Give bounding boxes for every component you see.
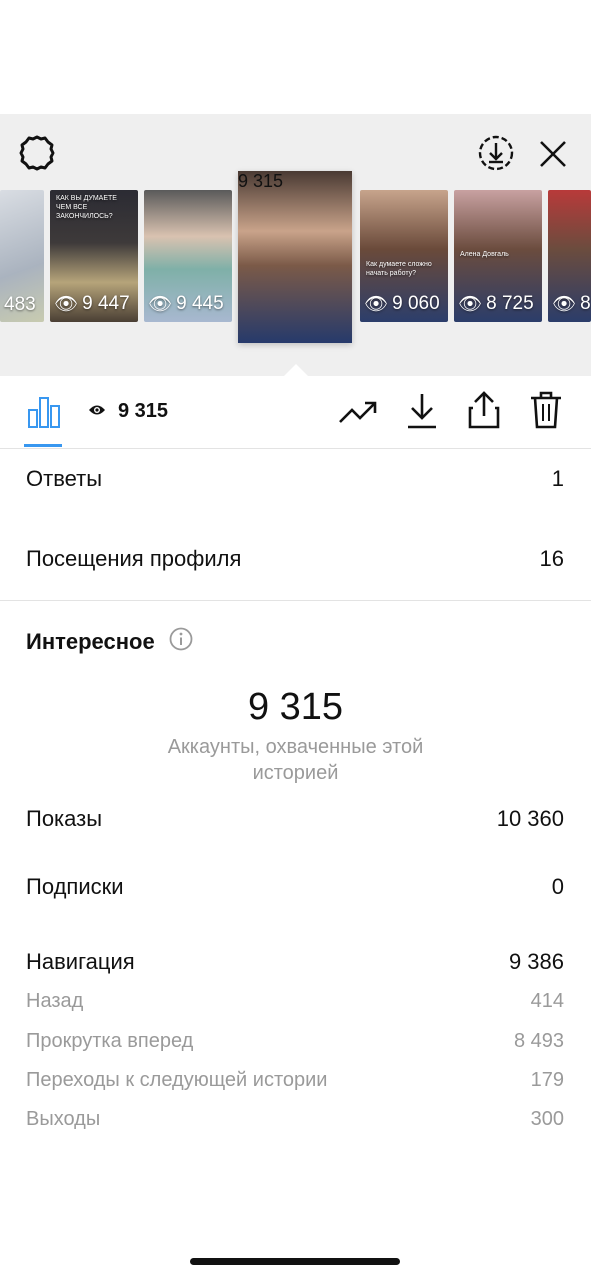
thumbnail-view-count: 👁 8 725	[458, 293, 534, 315]
bar-chart-icon[interactable]	[24, 392, 64, 432]
thumbnail-view-count: 483	[4, 294, 36, 315]
settings-gear-icon[interactable]	[16, 132, 58, 174]
nav-row-back: Назад 414	[26, 990, 564, 1012]
stat-row-impressions: Показы 10 360	[26, 806, 564, 831]
download-icon[interactable]	[402, 390, 442, 432]
story-thumbnail[interactable]: 👁 8	[548, 190, 591, 322]
thumbnail-view-count: 👁 9 447	[54, 293, 130, 315]
eye-icon: 👁	[148, 294, 173, 315]
share-icon[interactable]	[464, 388, 504, 432]
eye-icon: 👁	[54, 294, 79, 315]
story-toolbar: 9 315	[0, 376, 591, 449]
thumbnail-caption: Как думаете сложно начать работу?	[366, 261, 432, 277]
nav-row-exits: Выходы 300	[26, 1108, 564, 1130]
eye-icon: 👁	[458, 294, 483, 315]
thumbnail-view-count: 👁 9 445	[148, 293, 224, 315]
stat-row-follows: Подписки 0	[26, 874, 564, 899]
stat-row-navigation: Навигация 9 386	[26, 949, 564, 974]
nav-row-next-story: Переходы к следующей истории 179	[26, 1069, 564, 1091]
thumbnail-caption: Алена Довгаль	[460, 251, 509, 258]
selection-caret	[284, 364, 308, 376]
thumbnail-view-count: 9 315	[238, 171, 284, 191]
story-thumbnail[interactable]: Как думаете сложно начать работу? 👁 9 060	[360, 190, 448, 322]
reach-caption: Аккаунты, охваченные этой историей	[167, 736, 424, 784]
reach-value: 9 315	[247, 686, 344, 728]
trash-icon[interactable]	[526, 388, 566, 432]
eye-icon: 👁	[364, 294, 389, 315]
thumbnail-view-count: 👁 8	[552, 293, 591, 315]
download-circle-icon[interactable]	[475, 132, 517, 174]
nav-row-forward: Прокрутка вперед 8 493	[26, 1030, 564, 1052]
close-icon[interactable]	[533, 134, 573, 174]
info-icon[interactable]	[169, 627, 193, 657]
story-thumbnail-selected[interactable]: 9 315	[238, 171, 352, 343]
views-count: 9 315	[88, 400, 168, 423]
trend-icon[interactable]	[336, 392, 380, 432]
section-title-interesting: Интересное	[26, 627, 193, 657]
home-indicator[interactable]	[190, 1258, 400, 1265]
story-thumbnail[interactable]: Алена Довгаль 👁 8 725	[454, 190, 542, 322]
thumbnail-caption: КАК ВЫ ДУМАЕТЕ ЧЕМ ВСЕ ЗАКОНЧИЛОСЬ?	[56, 195, 117, 220]
stat-row-replies: Ответы 1	[26, 466, 564, 491]
story-thumbnail[interactable]: 483	[0, 190, 44, 322]
thumbnail-view-count: 👁 9 060	[364, 293, 440, 315]
story-thumbnail[interactable]: КАК ВЫ ДУМАЕТЕ ЧЕМ ВСЕ ЗАКОНЧИЛОСЬ? 👁 9 4…	[50, 190, 138, 322]
divider	[0, 600, 591, 601]
story-thumbnail[interactable]: 👁 9 445	[144, 190, 232, 322]
stat-row-profile-visits: Посещения профиля 16	[26, 546, 564, 571]
eye-icon: 👁	[552, 294, 577, 315]
active-tab-indicator	[24, 444, 62, 447]
eye-icon	[88, 400, 106, 423]
